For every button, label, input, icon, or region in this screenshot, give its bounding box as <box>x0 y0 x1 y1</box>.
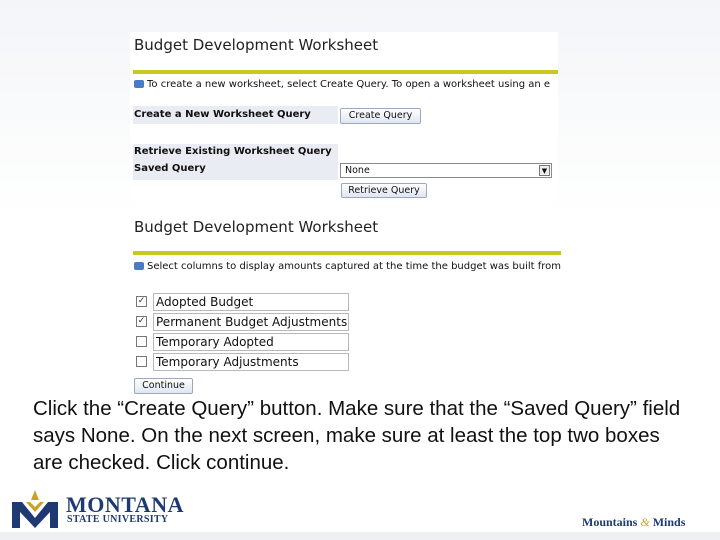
tagline-part-1: Mountains <box>582 515 638 529</box>
chevron-down-icon[interactable]: ▼ <box>539 165 550 176</box>
column-option: Temporary Adopted <box>133 332 350 352</box>
column-option: ✓ Permanent Budget Adjustments <box>133 312 350 332</box>
retrieve-heading: Retrieve Existing Worksheet Query <box>134 146 332 157</box>
msu-logo-icon <box>12 490 58 528</box>
info-icon <box>134 80 144 88</box>
column-option: ✓ Adopted Budget <box>133 292 350 312</box>
column-label: Temporary Adopted <box>153 333 349 351</box>
column-label: Temporary Adjustments <box>153 353 349 371</box>
column-checkbox[interactable] <box>136 336 147 347</box>
worksheet-title-2: Budget Development Worksheet <box>134 218 379 236</box>
saved-query-select[interactable]: None ▼ <box>340 163 552 178</box>
column-label: Permanent Budget Adjustments <box>153 313 349 331</box>
tagline-ampersand: & <box>640 515 650 529</box>
column-checkbox[interactable]: ✓ <box>136 296 147 307</box>
tagline: Mountains & Minds <box>582 515 685 530</box>
retrieve-query-button[interactable]: Retrieve Query <box>341 183 427 198</box>
continue-button[interactable]: Continue <box>134 378 193 394</box>
info-text: To create a new worksheet, select Create… <box>147 79 551 90</box>
title-rule <box>133 70 558 74</box>
instruction-caption: Click the “Create Query” button. Make su… <box>33 397 681 474</box>
info-message-2: Select columns to display amounts captur… <box>134 261 561 272</box>
info-message: To create a new worksheet, select Create… <box>134 79 558 90</box>
logo-subtitle: STATE UNIVERSITY <box>67 514 169 525</box>
column-option: Temporary Adjustments <box>133 352 350 372</box>
footer-band <box>0 532 720 540</box>
create-query-label: Create a New Worksheet Query <box>134 109 311 120</box>
tagline-part-2: Minds <box>652 515 686 529</box>
column-checkbox[interactable]: ✓ <box>136 316 147 327</box>
column-label: Adopted Budget <box>153 293 349 311</box>
info-text-2: Select columns to display amounts captur… <box>147 261 561 272</box>
saved-query-value: None <box>345 165 370 176</box>
title-rule-2 <box>133 251 561 255</box>
create-query-button[interactable]: Create Query <box>340 108 421 124</box>
info-icon <box>134 262 144 270</box>
saved-query-label: Saved Query <box>134 163 206 174</box>
column-checkbox[interactable] <box>136 356 147 367</box>
worksheet-title: Budget Development Worksheet <box>134 36 379 54</box>
